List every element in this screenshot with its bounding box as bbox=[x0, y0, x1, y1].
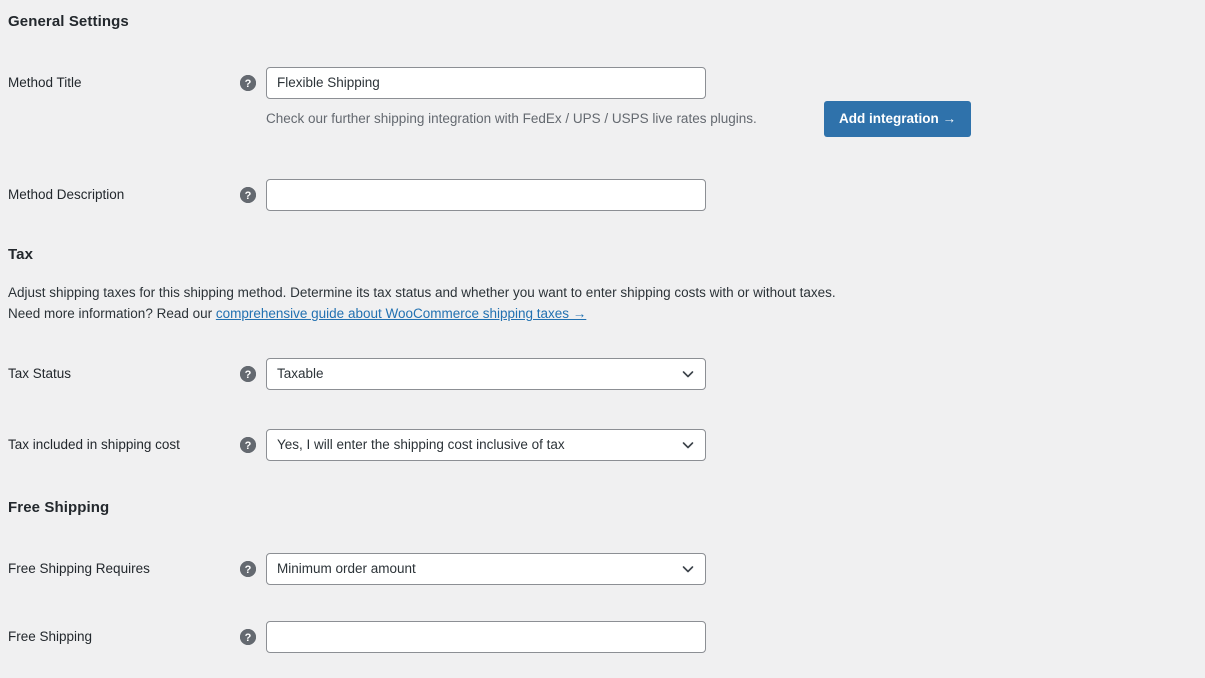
input-method-description[interactable] bbox=[266, 179, 706, 211]
select-tax-status[interactable]: Taxable bbox=[266, 358, 706, 390]
label-tax-status: Tax Status bbox=[8, 366, 72, 381]
label-method-description: Method Description bbox=[8, 187, 125, 202]
select-wrap-tax-included: Yes, I will enter the shipping cost incl… bbox=[266, 429, 706, 461]
help-icon-method-title[interactable]: ? bbox=[240, 75, 256, 91]
input-method-title[interactable]: Flexible Shipping bbox=[266, 67, 706, 99]
svg-text:?: ? bbox=[245, 190, 252, 202]
row-free-shipping-requires: Free Shipping Requires ? Minimum order a… bbox=[0, 553, 1205, 585]
svg-text:?: ? bbox=[245, 564, 252, 576]
help-icon-method-description[interactable]: ? bbox=[240, 187, 256, 203]
row-free-shipping-amount: Free Shipping ? bbox=[0, 621, 1205, 653]
help-icon-tax-included[interactable]: ? bbox=[240, 437, 256, 453]
tax-description-line-2: Need more information? Read our comprehe… bbox=[8, 304, 586, 324]
tax-description-prefix: Need more information? Read our bbox=[8, 306, 216, 321]
label-free-shipping-amount: Free Shipping bbox=[8, 629, 93, 644]
svg-text:?: ? bbox=[245, 78, 252, 90]
select-free-shipping-requires[interactable]: Minimum order amount bbox=[266, 553, 706, 585]
input-free-shipping-amount[interactable] bbox=[266, 621, 706, 653]
svg-text:?: ? bbox=[245, 440, 252, 452]
integration-notice-text: Check our further shipping integration w… bbox=[266, 111, 757, 126]
label-method-title: Method Title bbox=[8, 75, 82, 90]
woocommerce-shipping-taxes-link[interactable]: comprehensive guide about WooCommerce sh… bbox=[216, 306, 586, 321]
tax-description-line-1: Adjust shipping taxes for this shipping … bbox=[8, 285, 836, 300]
help-icon-tax-status[interactable]: ? bbox=[240, 366, 256, 382]
row-tax-status: Tax Status ? Taxable bbox=[0, 358, 1205, 390]
row-tax-included: Tax included in shipping cost ? Yes, I w… bbox=[0, 429, 1205, 461]
row-method-description: Method Description ? bbox=[0, 179, 1205, 211]
section-heading-free-shipping: Free Shipping bbox=[8, 499, 110, 516]
settings-page: General Settings Method Title ? Flexible… bbox=[0, 0, 1205, 678]
select-wrap-free-shipping-requires: Minimum order amount bbox=[266, 553, 706, 585]
svg-text:?: ? bbox=[245, 369, 252, 381]
svg-text:?: ? bbox=[245, 632, 252, 644]
help-icon-free-shipping-requires[interactable]: ? bbox=[240, 561, 256, 577]
add-integration-button[interactable]: Add integration → bbox=[824, 101, 971, 137]
label-free-shipping-requires: Free Shipping Requires bbox=[8, 561, 150, 576]
select-tax-included[interactable]: Yes, I will enter the shipping cost incl… bbox=[266, 429, 706, 461]
help-icon-free-shipping-amount[interactable]: ? bbox=[240, 629, 256, 645]
section-heading-general: General Settings bbox=[8, 13, 129, 30]
section-heading-tax: Tax bbox=[8, 246, 34, 263]
select-wrap-tax-status: Taxable bbox=[266, 358, 706, 390]
label-tax-included: Tax included in shipping cost bbox=[8, 437, 180, 452]
row-method-title: Method Title ? Flexible Shipping bbox=[0, 67, 1205, 99]
